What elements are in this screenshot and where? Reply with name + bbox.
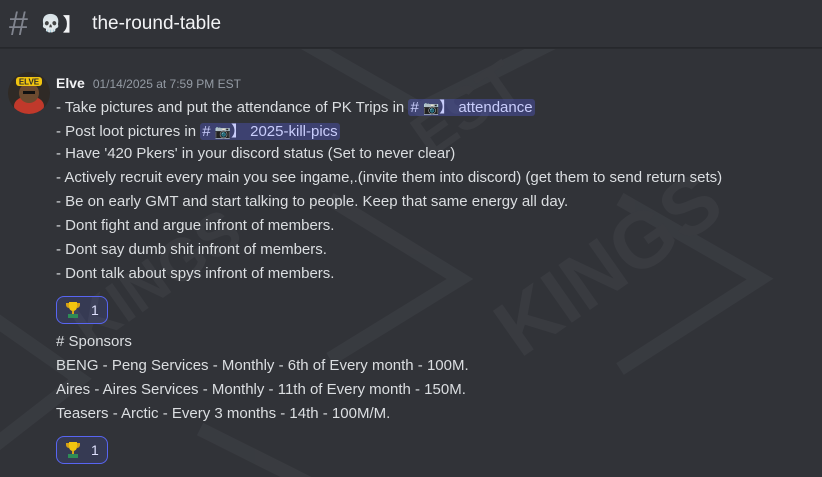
channel-hash-icon: # <box>9 4 28 43</box>
message-timestamp: 01/14/2025 at 7:59 PM EST <box>92 77 241 91</box>
reaction-count: 1 <box>91 442 99 458</box>
message-line: - Dont talk about spys infront of member… <box>56 265 335 282</box>
channel-header: # 💀 】 the-round-table <box>0 0 822 48</box>
message-line: - Dont fight and argue infront of member… <box>56 217 335 234</box>
channel-bracket: 】 <box>63 14 82 35</box>
camera-emoji-icon: 📷 <box>214 124 231 139</box>
sponsor-line: Teasers - Arctic - Every 3 months - 14th… <box>56 405 391 422</box>
reaction-trophy[interactable]: 1 <box>56 296 108 324</box>
avatar-image-icon: ELVE <box>8 72 50 114</box>
skull-emoji-icon: 💀 <box>40 13 62 33</box>
line-text: - Take pictures and put the attendance o… <box>56 99 409 116</box>
svg-text:ELVE: ELVE <box>19 78 40 87</box>
message-line: - Take pictures and put the attendance o… <box>56 96 535 117</box>
channel-mention-attendance[interactable]: # 📷】 attendance <box>408 99 535 116</box>
reaction-trophy[interactable]: 1 <box>56 436 108 464</box>
camera-emoji-icon: 📷 <box>422 100 440 115</box>
channel-mention-kill-pics[interactable]: # 📷】 2025-kill-pics <box>200 123 340 140</box>
message-line: - Post loot pictures in # 📷】 2025-kill-p… <box>56 120 340 141</box>
message-meta: Elve 01/14/2025 at 7:59 PM EST <box>56 75 241 91</box>
message-line: - Have '420 Pkers' in your discord statu… <box>56 145 456 162</box>
avatar[interactable]: ELVE <box>8 72 50 114</box>
channel-name: the-round-table <box>92 12 222 34</box>
trophy-icon <box>66 442 80 458</box>
reaction-count: 1 <box>91 302 99 318</box>
watermark-kings: KINGS <box>479 155 738 373</box>
message-line: - Actively recruit every main you see in… <box>56 169 723 186</box>
line-text: - Post loot pictures in <box>56 123 201 140</box>
trophy-icon <box>66 302 80 318</box>
sponsor-line: Aires - Aires Services - Monthly - 11th … <box>56 381 466 398</box>
sponsor-line: BENG - Peng Services - Monthly - 6th of … <box>56 357 469 374</box>
sponsors-heading: # Sponsors <box>56 333 132 350</box>
message-line: - Dont say dumb shit infront of members. <box>56 241 327 258</box>
message-line: - Be on early GMT and start talking to p… <box>56 193 569 210</box>
author-name[interactable]: Elve <box>56 75 85 91</box>
